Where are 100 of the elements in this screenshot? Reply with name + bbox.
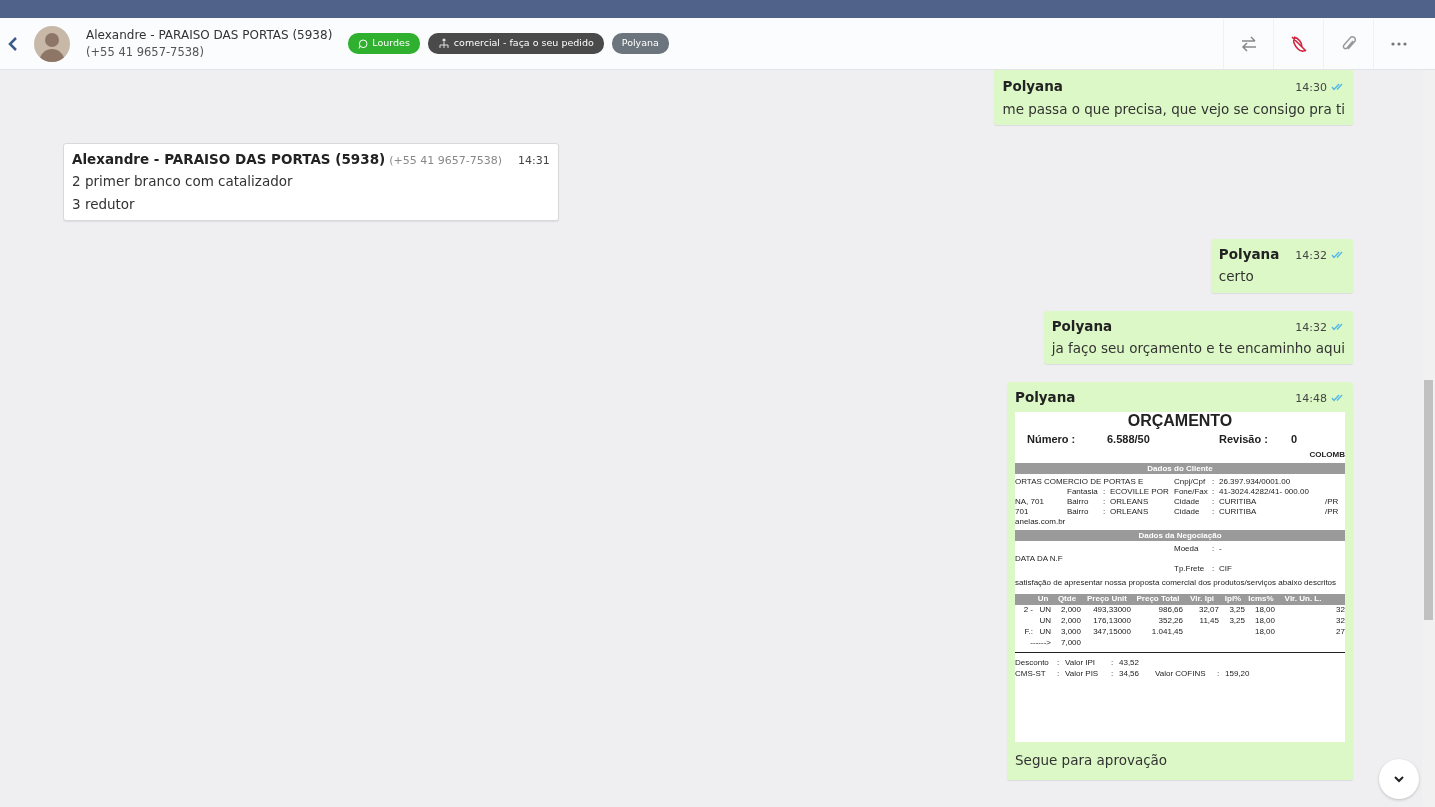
- table-cell-text: F.:: [1023, 627, 1033, 638]
- message-time: 14:32: [1294, 247, 1327, 264]
- document-text: :: [1212, 506, 1216, 517]
- document-text: ORTAS COMERCIO DE PORTAS E: [1015, 476, 1145, 487]
- document-text: Cidade: [1174, 506, 1201, 517]
- table-cell-text: 27: [1335, 627, 1345, 638]
- document-text: Revisão :: [1219, 431, 1269, 446]
- scrollbar-thumb[interactable]: [1424, 380, 1433, 620]
- back-chevron-icon[interactable]: [8, 36, 18, 51]
- document-text: :: [1212, 563, 1216, 574]
- document-text: :: [1217, 669, 1221, 680]
- document-text: Fantasia: [1067, 486, 1099, 497]
- table-cell-text: 2,000: [1059, 616, 1081, 627]
- document-text: :: [1103, 486, 1107, 497]
- document-text: 0: [1291, 431, 1299, 446]
- document-text: :: [1057, 669, 1061, 680]
- document-text: 701: [1015, 506, 1030, 517]
- column-header: Preço Total: [1135, 594, 1181, 605]
- table-cell-text: 18,00: [1253, 616, 1275, 627]
- chat-bubble-icon: [358, 38, 369, 49]
- crossed-pen-icon: [1289, 34, 1308, 53]
- document-text: :: [1103, 496, 1107, 507]
- document-text: :: [1057, 658, 1061, 669]
- document-text: DATA DA N.F: [1015, 553, 1064, 564]
- table-cell-text: 1.041,45: [1150, 627, 1183, 638]
- table-cell-text: 32,07: [1197, 605, 1219, 616]
- table-cell-text: ------>: [1029, 638, 1051, 649]
- table-cell-text: UN: [1038, 605, 1051, 616]
- document-text: :: [1212, 543, 1216, 554]
- table-cell-text: 3,25: [1228, 605, 1245, 616]
- table-cell-text: 7,000: [1059, 638, 1081, 649]
- tag[interactable]: Polyana: [611, 33, 669, 54]
- org-chart-icon: [437, 38, 450, 49]
- document-text: CIF: [1219, 563, 1233, 574]
- sender-phone: (+55 41 9657-7538): [389, 152, 502, 169]
- column-header: Vlr. Un. L.: [1283, 594, 1323, 605]
- table-cell-text: 11,45: [1198, 616, 1219, 627]
- document-text: :: [1212, 486, 1216, 497]
- table-cell-text: 32: [1335, 605, 1345, 616]
- tag[interactable]: Lourdes: [348, 33, 420, 54]
- document-text: -: [1219, 543, 1223, 554]
- message-text: 2 primer branco com catalizador: [72, 172, 294, 192]
- column-header: Icms%: [1247, 594, 1275, 605]
- document-text: Desconto: [1015, 658, 1050, 669]
- sender-name: Polyana: [1002, 77, 1063, 96]
- document-text: :: [1103, 506, 1107, 517]
- document-text: CURITIBA: [1219, 506, 1258, 517]
- document-text: 43,52: [1119, 658, 1141, 669]
- sender-name: Alexandre - PARAISO DAS PORTAS (5938): [72, 149, 386, 169]
- more-icon: [1390, 41, 1407, 46]
- document-text: :: [1212, 496, 1216, 507]
- column-header: Vlr. Ipi: [1189, 594, 1215, 605]
- scroll-down-button[interactable]: [1379, 759, 1419, 799]
- document-text: 34,56: [1119, 669, 1141, 680]
- document-text: NA, 701: [1015, 496, 1045, 507]
- document-text: anelas.com.br: [1015, 516, 1067, 527]
- document-text: satisfação de apresentar nossa proposta comercial dos produtos/serviços abaixo descritos: [1015, 577, 1338, 588]
- table-cell-text: 2 -: [1022, 605, 1033, 616]
- document-text: 6.588/50: [1107, 431, 1151, 446]
- document-image[interactable]: [1015, 411, 1345, 742]
- document-text: 41-3024.4282/41- 000.00: [1219, 486, 1310, 497]
- message-text: 3 redutor: [72, 194, 136, 214]
- message-text: Segue para aprovação: [1015, 750, 1169, 770]
- chevron-down-icon: [1394, 775, 1404, 783]
- document-text: :: [1111, 669, 1115, 680]
- column-header: Preço Unit: [1086, 594, 1128, 605]
- document-text: Tp.Frete: [1174, 563, 1206, 574]
- message-text: me passa o que precisa, que vejo se consigo pra ti: [1002, 99, 1345, 119]
- column-header: Qtde: [1056, 594, 1078, 605]
- table-cell-text: 493,33000: [1092, 605, 1131, 616]
- table-cell-text: 32: [1335, 616, 1345, 627]
- contact-phone: (+55 41 9657-7538): [86, 43, 205, 61]
- sender-name: Polyana: [1051, 316, 1113, 336]
- table-cell-text: 18,00: [1253, 627, 1275, 638]
- document-text: Bairro: [1067, 496, 1090, 507]
- document-text: Número :: [1027, 431, 1077, 446]
- table-cell-text: 352,26: [1157, 616, 1183, 627]
- document-text: :: [1111, 658, 1115, 669]
- table-cell-text: 176,13000: [1092, 616, 1131, 627]
- document-text: Bairro: [1067, 506, 1090, 517]
- document-text: COLOMB: [1308, 449, 1345, 460]
- tag[interactable]: comercial - faça o seu pedido: [427, 33, 604, 54]
- table-cell-text: 18,00: [1253, 605, 1275, 616]
- contact-name: Alexandre - PARAISO DAS PORTAS (5938): [86, 26, 333, 44]
- document-text: :: [1212, 476, 1216, 487]
- column-header: Ipi%: [1223, 594, 1243, 605]
- document-text: 159,20: [1225, 669, 1251, 680]
- table-cell-text: 986,66: [1157, 605, 1183, 616]
- table-cell-text: 3,25: [1228, 616, 1245, 627]
- table-cell-text: 3,000: [1059, 627, 1081, 638]
- document-text: CURITIBA: [1219, 496, 1258, 507]
- paperclip-icon: [1341, 34, 1356, 53]
- document-text: ORLEANS: [1110, 506, 1150, 517]
- document-text: Moeda: [1174, 543, 1200, 554]
- section-band: Dados da Negociação: [1015, 529, 1345, 541]
- table-cell-text: 347,15000: [1092, 627, 1131, 638]
- document-text: Fone/Fax: [1174, 486, 1209, 497]
- sender-name: Polyana: [1218, 244, 1280, 264]
- message-text: certo: [1218, 267, 1255, 287]
- message-time: 14:32: [1294, 319, 1327, 336]
